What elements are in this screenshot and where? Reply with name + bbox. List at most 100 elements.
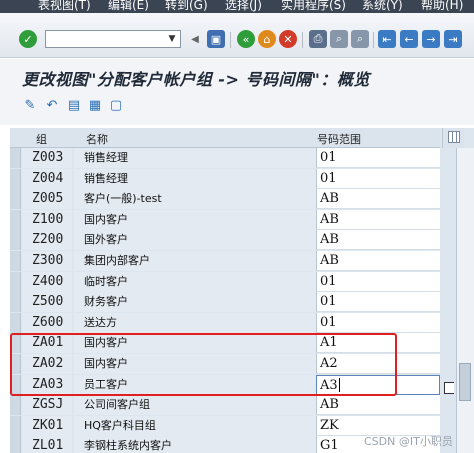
command-input[interactable] [46,31,164,47]
range-value: ZK [320,417,339,433]
first-page-icon[interactable]: ⇤ [378,30,396,48]
row-selector[interactable] [10,189,21,210]
menu-help[interactable]: 帮助(H) [421,0,463,13]
menu-utilities[interactable]: 实用程序(S) [281,0,346,13]
column-header-group[interactable]: 组 [36,131,47,147]
group-cell: ZGSJ [22,395,72,416]
range-value: AB [320,211,339,227]
name-cell: 销售经理 [74,148,316,168]
range-input[interactable]: AB [316,230,440,251]
table-row[interactable]: Z600 送达方 01 [10,312,440,334]
cancel-icon[interactable]: ✕ [279,30,297,48]
range-input[interactable]: 01 [316,148,440,168]
range-input[interactable]: A1 [316,333,440,354]
row-selector[interactable] [10,271,21,292]
table-row[interactable]: ZGSJ 公司间客户组 AB [10,395,440,416]
table-row[interactable]: ZA01 国内客户 A1 [10,333,440,354]
select-block-icon[interactable]: ▦ [87,98,103,114]
table-settings-icon[interactable] [442,128,464,148]
menu-edit[interactable]: 编辑(E) [108,0,149,13]
next-page-icon[interactable]: → [422,30,440,48]
name-cell: 国内客户 [74,333,316,354]
range-input[interactable]: A3 [316,374,440,395]
row-selector[interactable] [10,354,21,374]
row-selector[interactable] [10,168,21,189]
table-row[interactable]: Z400 临时客户 01 [10,271,440,293]
range-input[interactable]: 01 [316,271,440,292]
row-selector[interactable] [10,374,21,395]
row-selector[interactable] [10,209,21,230]
name-cell: 临时客户 [74,271,316,292]
row-selector[interactable] [10,395,21,416]
menu-goto[interactable]: 转到(G) [165,0,208,13]
search-help-marker[interactable] [444,382,454,394]
group-cell: Z300 [22,251,72,271]
toolbar-divider [373,32,374,48]
name-cell: 送达方 [74,312,316,333]
table-row[interactable]: Z500 财务客户 01 [10,292,440,313]
range-value: 01 [320,314,337,330]
range-input[interactable]: AB [316,209,440,230]
range-input[interactable]: AB [316,189,440,210]
group-cell: Z600 [22,312,72,333]
table-row[interactable]: Z003 销售经理 01 [10,148,440,169]
last-page-icon[interactable]: ⇥ [444,30,462,48]
row-selector[interactable] [10,148,21,168]
group-cell: Z100 [22,209,72,230]
table-row[interactable]: Z005 客户(一般)-test AB [10,189,440,210]
menu-selection[interactable]: 选择(J) [225,0,262,13]
previous-page-icon[interactable]: ← [400,30,418,48]
row-selector[interactable] [10,312,21,333]
deselect-all-icon[interactable]: ▢ [108,98,124,114]
range-value: 01 [320,170,337,186]
enter-icon[interactable]: ✓ [19,30,37,48]
group-cell: ZA01 [22,333,72,354]
command-field[interactable]: ▼ [45,30,181,48]
chevron-left-icon[interactable]: ◀ [186,30,204,48]
range-value: A1 [320,335,338,351]
group-cell: Z005 [22,189,72,210]
range-input[interactable]: 01 [316,168,440,189]
range-input[interactable]: 01 [316,312,440,333]
row-selector[interactable] [10,333,21,354]
group-cell: Z004 [22,168,72,189]
name-cell: 国外客户 [74,230,316,251]
menu-system[interactable]: 系统(Y) [362,0,403,13]
column-header-name[interactable]: 名称 [86,131,108,147]
range-input[interactable]: 01 [316,292,440,313]
select-all-icon[interactable]: ▤ [66,98,82,114]
table-row[interactable]: ZA02 国内客户 A2 [10,354,440,375]
table-row[interactable]: Z200 国外客户 AB [10,230,440,251]
table-row[interactable]: Z004 销售经理 01 [10,168,440,190]
group-cell: ZA03 [22,374,72,395]
row-selector[interactable] [10,292,21,313]
find-icon[interactable]: ⌕ [330,30,348,48]
chevron-down-icon[interactable]: ▼ [165,32,179,46]
toolbar-divider [302,32,303,48]
table-row[interactable]: Z100 国内客户 AB [10,209,440,231]
exit-icon[interactable]: ⌂ [258,30,276,48]
row-selector[interactable] [10,415,21,436]
print-icon[interactable]: ⎙ [309,30,327,48]
display-change-icon[interactable]: ✎ [22,98,38,114]
find-next-icon[interactable]: ⌕ [351,30,369,48]
row-selector[interactable] [10,230,21,251]
range-input[interactable]: AB [316,251,440,271]
range-input[interactable]: A2 [316,354,440,374]
group-cell: Z200 [22,230,72,251]
name-cell: HQ客户科目组 [74,415,316,436]
back-icon[interactable]: « [237,30,255,48]
range-input[interactable]: AB [316,395,440,416]
save-icon[interactable]: ▣ [207,30,225,48]
vertical-scrollbar[interactable] [456,148,474,453]
menu-table-view[interactable]: 表视图(T) [38,0,91,13]
table-header: 组 名称 号码范围 [10,128,440,148]
name-cell: 集团内部客户 [74,251,316,271]
row-selector[interactable] [10,251,21,271]
table-row[interactable]: ZA03 员工客户 A3 [10,374,440,396]
scrollbar-thumb[interactable] [459,363,471,401]
row-selector[interactable] [10,436,21,453]
column-header-range[interactable]: 号码范围 [317,131,361,147]
undo-icon[interactable]: ↶ [44,98,60,114]
table-row[interactable]: Z300 集团内部客户 AB [10,251,440,272]
